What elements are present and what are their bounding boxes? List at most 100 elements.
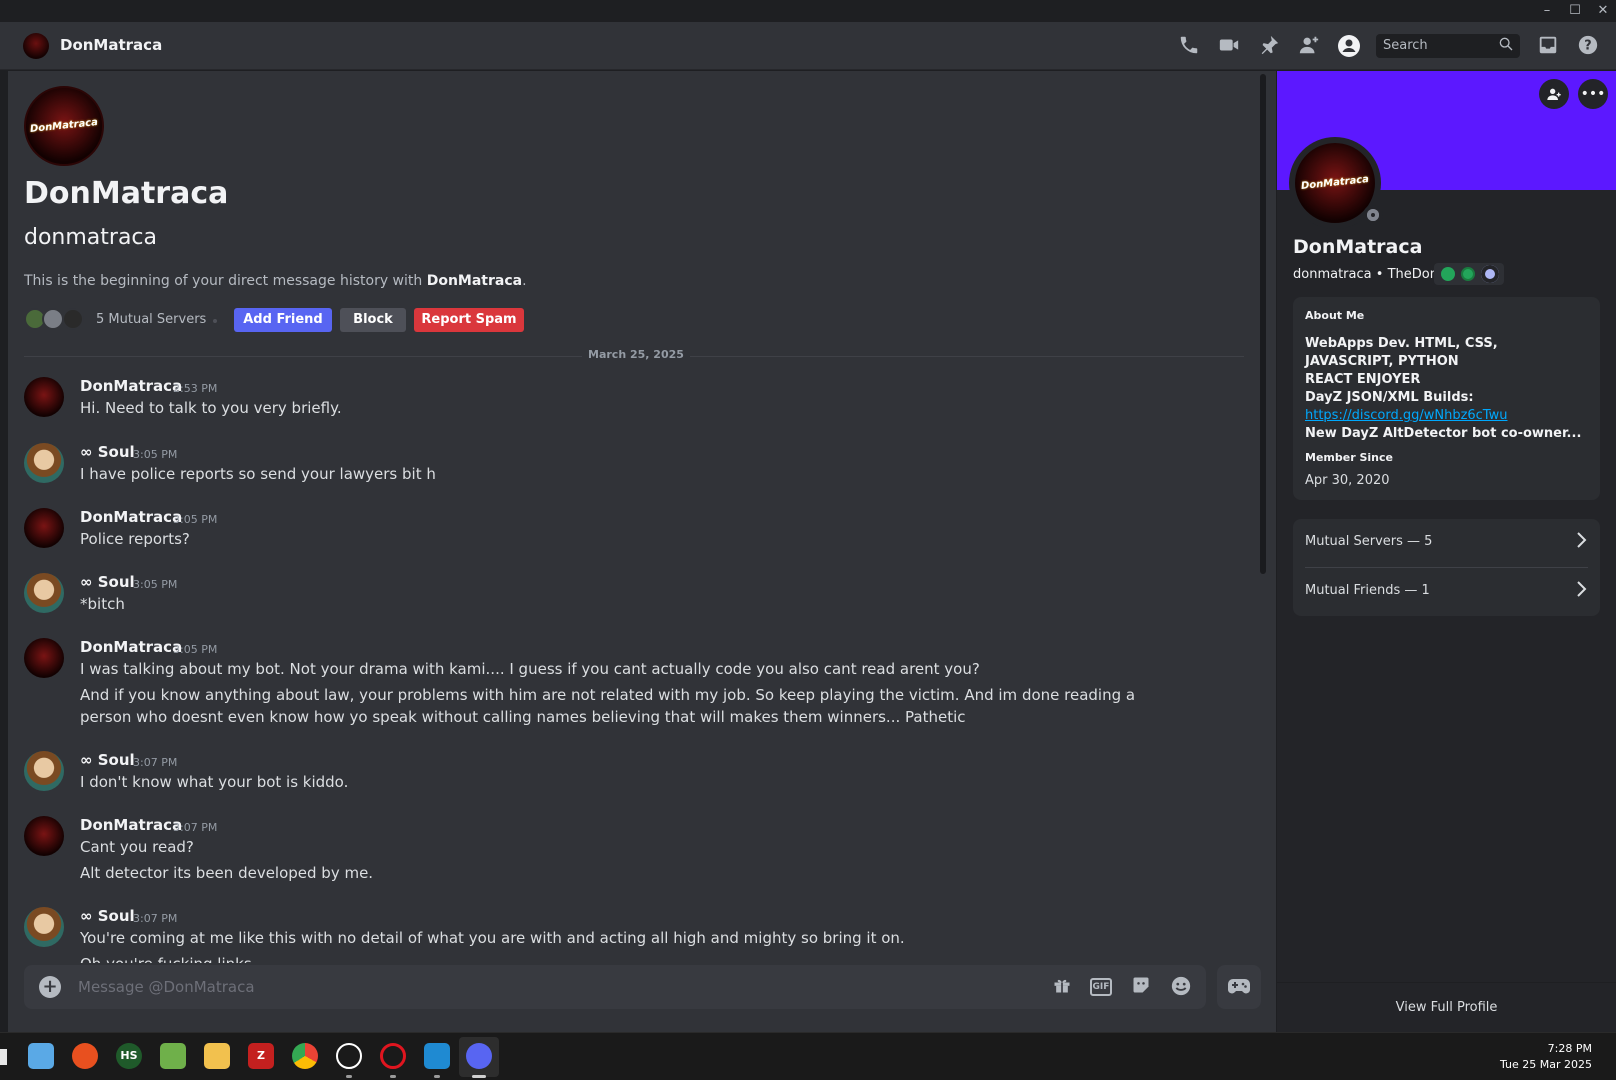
avatar-logo: DonMatraca — [29, 116, 99, 136]
dot-separator — [213, 319, 217, 323]
attach-plus-icon[interactable]: + — [39, 976, 61, 998]
message-author[interactable]: DonMatraca — [80, 816, 182, 834]
search-box[interactable]: Search — [1376, 34, 1520, 58]
date-divider: March 25, 2025 — [582, 348, 690, 361]
message-author[interactable]: ∞ Soul — [80, 443, 135, 461]
inbox-icon[interactable] — [1535, 34, 1561, 58]
sheet-icon[interactable] — [160, 1043, 186, 1069]
filezilla-icon[interactable]: Z — [248, 1043, 274, 1069]
pin-icon[interactable] — [1256, 34, 1282, 58]
chevron-right-icon — [1574, 531, 1588, 553]
add-member-icon[interactable] — [1296, 34, 1322, 58]
os-taskbar: HS Z 7:28 PM Tue 25 Mar 2025 — [0, 1032, 1616, 1080]
message-text-clipped: Oh you're fucking links — [80, 955, 252, 963]
message-avatar[interactable] — [24, 751, 64, 791]
message-text: Oh you're fucking links — [80, 953, 1200, 963]
vscode-icon[interactable] — [424, 1043, 450, 1069]
about-line: WebApps Dev. HTML, CSS, JAVASCRIPT, PYTH… — [1305, 336, 1498, 369]
running-indicator — [390, 1075, 396, 1078]
message-avatar[interactable] — [24, 573, 64, 613]
mutual-server-avatar[interactable] — [62, 308, 84, 330]
message-avatar[interactable] — [24, 816, 64, 856]
more-options-icon[interactable]: ••• — [1578, 79, 1608, 109]
chat-scrollbar[interactable] — [1260, 74, 1266, 574]
invite-link[interactable]: https://discord.gg/wNhbz6cTwu — [1305, 407, 1590, 425]
close-button[interactable]: ✕ — [1588, 0, 1616, 22]
about-me-label: About Me — [1305, 309, 1365, 322]
message-timestamp: 3:07 PM — [173, 821, 218, 834]
message-avatar[interactable] — [24, 508, 64, 548]
folder-icon[interactable] — [204, 1043, 230, 1069]
message-author[interactable]: DonMatraca — [80, 377, 182, 395]
profile-display-name: DonMatraca — [1293, 236, 1423, 258]
running-indicator — [434, 1075, 440, 1078]
message-avatar[interactable] — [24, 638, 64, 678]
message-timestamp: 3:05 PM — [133, 578, 178, 591]
chatgpt-icon[interactable] — [336, 1043, 362, 1069]
header-avatar[interactable] — [23, 33, 49, 59]
hashtag-badge-icon[interactable] — [1461, 267, 1475, 281]
view-full-profile-button[interactable]: View Full Profile — [1277, 982, 1616, 1032]
running-indicator — [472, 1075, 486, 1078]
activity-gamepad-icon[interactable] — [1217, 965, 1261, 1009]
intro-prefix: This is the beginning of your direct mes… — [24, 273, 427, 289]
message-avatar[interactable] — [24, 443, 64, 483]
block-button[interactable]: Block — [340, 308, 406, 332]
message-author[interactable]: ∞ Soul — [80, 751, 135, 769]
message-input[interactable] — [78, 977, 878, 997]
hs-icon[interactable]: HS — [116, 1043, 142, 1069]
add-friend-button[interactable]: Add Friend — [234, 308, 332, 332]
phone-icon[interactable] — [1176, 34, 1202, 58]
chat-area — [8, 71, 1276, 1032]
message-text: Hi. Need to talk to you very briefly. — [80, 399, 342, 417]
profile-toggle-icon[interactable] — [1336, 34, 1362, 58]
message-composer: + GIF — [24, 965, 1206, 1009]
intro-suffix: . — [522, 273, 527, 289]
gear-badge-icon[interactable] — [1481, 265, 1499, 283]
clock-date: Tue 25 Mar 2025 — [1499, 1058, 1592, 1071]
emoji-icon[interactable] — [1168, 975, 1194, 999]
message-text: Police reports? — [80, 530, 190, 548]
about-line: New DayZ AltDetector bot co-owner... — [1305, 426, 1582, 441]
add-friend-icon[interactable] — [1539, 79, 1569, 109]
message-timestamp: 2:53 PM — [173, 382, 218, 395]
report-spam-button[interactable]: Report Spam — [414, 308, 524, 332]
gif-icon[interactable]: GIF — [1090, 978, 1112, 996]
opera-icon[interactable] — [380, 1043, 406, 1069]
gift-icon[interactable] — [1049, 975, 1075, 999]
message-text: I have police reports so send your lawye… — [80, 465, 436, 483]
video-icon[interactable] — [1216, 34, 1242, 58]
message-author[interactable]: DonMatraca — [80, 508, 182, 526]
start-edge-icon[interactable] — [0, 1049, 7, 1065]
member-since-label: Member Since — [1305, 451, 1393, 464]
message-author[interactable]: ∞ Soul — [80, 907, 135, 925]
active-developer-badge-icon[interactable] — [1441, 267, 1455, 281]
hero-avatar: DonMatraca — [24, 86, 104, 166]
git-icon[interactable] — [72, 1043, 98, 1069]
sticker-icon[interactable] — [1128, 975, 1154, 999]
profile-subline: donmatraca • TheDon — [1293, 267, 1438, 282]
minimize-button[interactable]: – — [1532, 0, 1562, 22]
profile-badges — [1434, 263, 1504, 285]
help-icon[interactable]: ? — [1575, 34, 1601, 58]
mutual-servers-link[interactable]: 5 Mutual Servers — [96, 312, 206, 327]
intro-name: DonMatraca — [426, 273, 523, 289]
message-author[interactable]: DonMatraca — [80, 638, 182, 656]
taskbar-clock[interactable]: 7:28 PM Tue 25 Mar 2025 — [1500, 1041, 1592, 1073]
mutual-server-avatar[interactable] — [42, 308, 64, 330]
message-timestamp: 3:07 PM — [133, 756, 178, 769]
mutual-friends-row[interactable]: Mutual Friends — 1 — [1293, 568, 1600, 616]
message-author[interactable]: ∞ Soul — [80, 573, 135, 591]
chrome-icon[interactable] — [292, 1043, 318, 1069]
hero-intro: This is the beginning of your direct mes… — [24, 273, 527, 289]
message-avatar[interactable] — [24, 907, 64, 947]
message-avatar[interactable] — [24, 377, 64, 417]
mutual-servers-row[interactable]: Mutual Servers — 5 — [1293, 519, 1600, 567]
message-text: And if you know anything about law, your… — [80, 686, 1136, 726]
maximize-button[interactable]: ☐ — [1560, 0, 1590, 22]
discord-icon[interactable] — [466, 1043, 492, 1069]
hero-username: donmatraca — [24, 225, 158, 250]
member-since-date: Apr 30, 2020 — [1305, 473, 1390, 488]
about-me-card: About Me WebApps Dev. HTML, CSS, JAVASCR… — [1293, 297, 1600, 500]
notepad-icon[interactable] — [28, 1043, 54, 1069]
